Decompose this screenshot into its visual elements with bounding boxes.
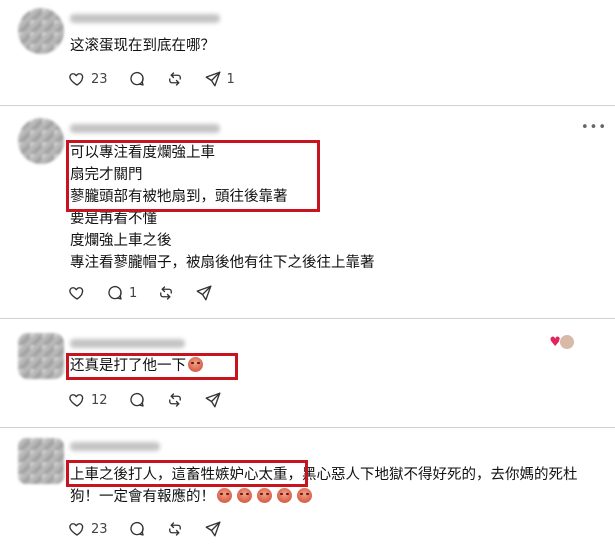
username-blurred[interactable] — [70, 124, 220, 133]
avatar[interactable] — [18, 333, 64, 379]
share-count: 1 — [226, 71, 235, 87]
repost-button[interactable] — [166, 70, 184, 88]
avatar[interactable] — [18, 118, 64, 164]
post-line: 度爛強上車之後 — [70, 233, 172, 249]
angry-face-emoji — [297, 488, 312, 503]
angry-face-emoji — [257, 488, 272, 503]
repost-button[interactable] — [166, 520, 184, 538]
share-icon — [205, 392, 220, 408]
action-bar: 1 — [68, 282, 233, 304]
comment-button[interactable] — [128, 391, 146, 409]
more-icon[interactable]: ••• — [581, 120, 607, 135]
like-button[interactable]: 12 — [68, 391, 108, 409]
username-blurred[interactable] — [70, 14, 220, 23]
author-liked-badge: ♥ — [549, 334, 575, 350]
share-icon — [196, 285, 212, 301]
share-button[interactable]: 1 — [204, 70, 235, 88]
angry-face-emoji — [237, 488, 252, 503]
like-count: 23 — [91, 521, 108, 537]
like-count: 23 — [91, 71, 108, 87]
action-bar: 23 — [68, 518, 242, 540]
heart-icon — [69, 394, 84, 407]
comment-icon — [129, 392, 144, 407]
avatar[interactable] — [18, 8, 64, 54]
comment-icon — [129, 521, 144, 536]
share-button[interactable] — [204, 391, 222, 409]
heart-icon — [69, 287, 84, 300]
like-count: 12 — [91, 392, 108, 408]
repost-button[interactable] — [157, 284, 175, 302]
action-bar: 12 — [68, 389, 242, 411]
post-3: ♥ 还真是打了他一下 12 — [0, 319, 615, 424]
username-blurred[interactable] — [70, 339, 185, 348]
repost-icon — [168, 72, 181, 86]
post-1: 这滚蛋现在到底在哪？ 23 1 — [0, 0, 615, 105]
share-icon — [205, 521, 220, 537]
repost-icon — [168, 393, 181, 407]
action-bar: 23 1 — [68, 68, 255, 90]
highlight-box — [66, 140, 320, 212]
post-line: 專注看蓼朧帽子，被扇後他有往下之後往上靠著 — [70, 255, 375, 271]
highlight-box — [66, 353, 238, 380]
share-button[interactable] — [195, 284, 213, 302]
post-2: ••• 可以專注看度爛強上車 扇完才關門 蓼朧頭部有被牠扇到，頭往後靠著 要是再… — [0, 106, 615, 316]
post-line: 狗！一定會有報應的！ — [70, 486, 578, 508]
like-button[interactable]: 23 — [68, 520, 108, 538]
comment-button[interactable] — [128, 520, 146, 538]
repost-icon — [168, 522, 181, 536]
post-text: 这滚蛋现在到底在哪？ — [70, 35, 215, 57]
comment-count: 1 — [129, 285, 138, 301]
share-icon — [205, 71, 220, 87]
like-button[interactable]: 23 — [68, 70, 108, 88]
repost-button[interactable] — [166, 391, 184, 409]
highlight-box — [66, 460, 308, 487]
comment-icon — [108, 285, 122, 300]
comment-icon — [129, 71, 144, 86]
like-button[interactable] — [68, 284, 86, 302]
repost-icon — [160, 286, 173, 300]
angry-face-emoji — [217, 488, 232, 503]
heart-icon — [69, 73, 84, 86]
comment-button[interactable]: 1 — [106, 284, 137, 302]
avatar[interactable] — [18, 438, 64, 484]
post-line: 这滚蛋现在到底在哪？ — [70, 38, 215, 54]
avatar — [559, 334, 575, 350]
heart-icon — [69, 523, 84, 536]
share-button[interactable] — [204, 520, 222, 538]
username-blurred[interactable] — [70, 442, 160, 451]
post-4: 上車之後打人，這畜牲嫉妒心太重，黑心惡人下地獄不得好死的，去你媽的死杜 狗！一定… — [0, 428, 615, 559]
comment-button[interactable] — [128, 70, 146, 88]
angry-face-emoji — [277, 488, 292, 503]
